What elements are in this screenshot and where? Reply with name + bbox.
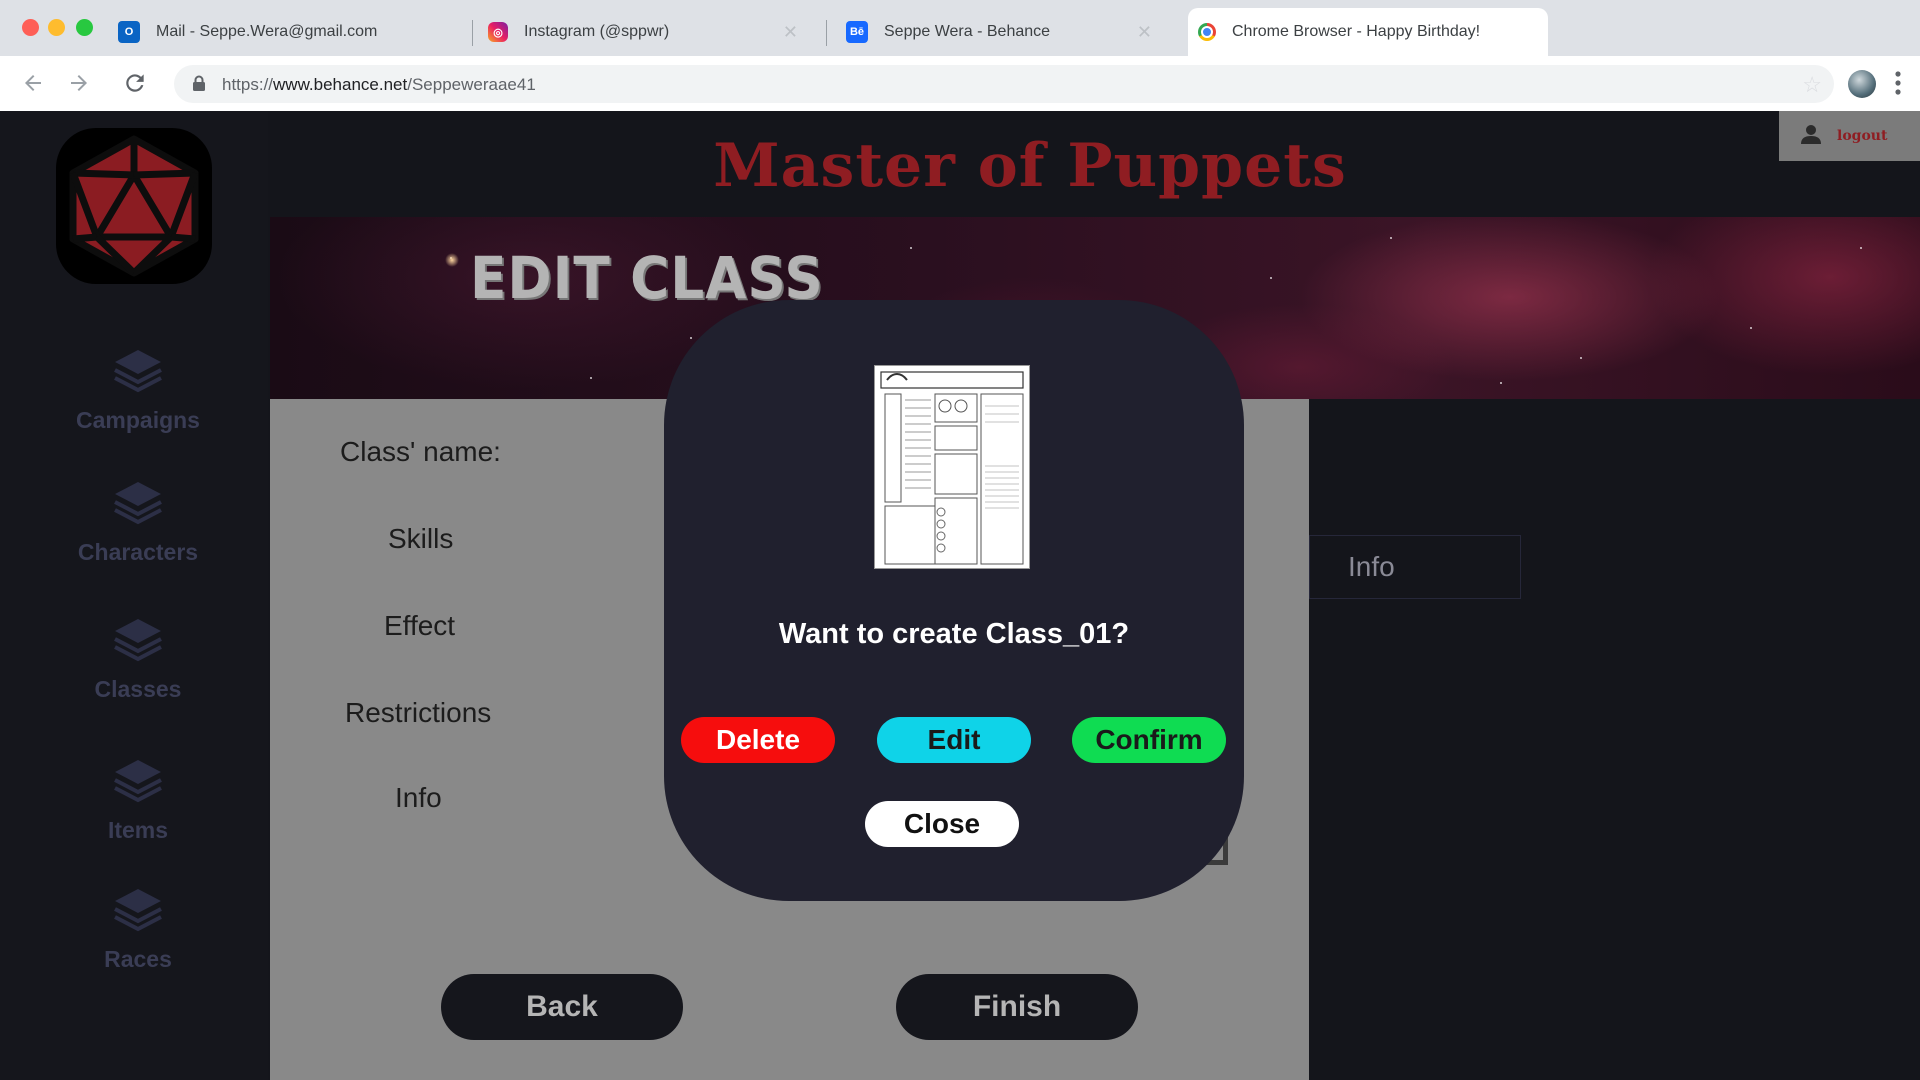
back-arrow-icon[interactable] — [18, 68, 48, 98]
user-icon — [1801, 124, 1821, 149]
instagram-icon: ◎ — [488, 22, 508, 42]
delete-button[interactable]: Delete — [681, 717, 835, 763]
chrome-icon — [1198, 23, 1216, 41]
logout-label: logout — [1837, 128, 1888, 144]
confirm-create-modal: Want to create Class_01? Delete Edit Con… — [664, 300, 1244, 901]
effect-label: Effect — [384, 610, 456, 641]
url-text: https://www.behance.net/Seppeweraae41 — [222, 75, 536, 94]
right-panel — [1309, 399, 1920, 1080]
layers-icon — [114, 350, 162, 393]
layers-icon — [114, 889, 162, 932]
outlook-icon: O — [118, 21, 140, 43]
tab-title: Mail - Seppe.Wera@gmail.com — [156, 23, 378, 40]
layers-icon — [114, 482, 162, 525]
sidebar-item-races[interactable]: Races — [0, 886, 276, 973]
tab-title: Seppe Wera - Behance — [884, 23, 1051, 40]
sidebar-item-label: Characters — [77, 539, 199, 565]
layers-icon — [114, 760, 162, 803]
window-close-button[interactable] — [22, 19, 39, 36]
character-sheet-thumbnail — [874, 365, 1030, 569]
class-name-label: Class' name: — [340, 436, 501, 467]
app-title: Master of Puppets — [713, 131, 1347, 201]
bookmark-star-icon[interactable]: ☆ — [1802, 72, 1822, 98]
info-tab[interactable]: Info — [1309, 535, 1521, 599]
tab-close-icon[interactable]: ✕ — [783, 22, 798, 43]
edit-button[interactable]: Edit — [877, 717, 1031, 763]
layers-icon — [114, 619, 162, 662]
reload-icon[interactable] — [120, 68, 150, 98]
sidebar-item-campaigns[interactable]: Campaigns — [0, 347, 276, 434]
sidebar-item-classes[interactable]: Classes — [0, 616, 276, 703]
forward-arrow-icon[interactable] — [64, 68, 94, 98]
confirm-button[interactable]: Confirm — [1072, 717, 1226, 763]
app-root: Campaigns Characters Classes Items Races… — [0, 111, 1920, 1080]
sidebar-item-label: Campaigns — [76, 407, 200, 433]
window-maximize-button[interactable] — [76, 19, 93, 36]
tab-separator — [472, 20, 473, 46]
modal-question: Want to create Class_01? — [778, 618, 1130, 650]
sidebar-item-label: Items — [107, 817, 169, 843]
browser-toolbar: https://www.behance.net/Seppeweraae41 ☆ — [0, 56, 1920, 112]
tab-separator — [826, 20, 827, 46]
logout-button[interactable]: logout — [1779, 111, 1920, 161]
back-button[interactable]: Back — [441, 974, 683, 1040]
sidebar-item-characters[interactable]: Characters — [0, 479, 276, 566]
sidebar-item-items[interactable]: Items — [0, 757, 276, 844]
tab-close-icon[interactable]: ✕ — [1137, 22, 1152, 43]
skills-label: Skills — [388, 523, 454, 554]
lock-icon — [192, 75, 206, 97]
info-label: Info — [395, 782, 442, 813]
restrictions-label: Restrictions — [345, 697, 492, 728]
browser-tab-instagram[interactable]: ◎ Instagram (@sppwr) ✕ — [478, 8, 818, 56]
browser-tab-behance[interactable]: Bē Seppe Wera - Behance ✕ — [836, 8, 1172, 56]
tab-title: Chrome Browser - Happy Birthday! — [1232, 23, 1481, 40]
profile-avatar[interactable] — [1848, 70, 1876, 98]
behance-icon: Bē — [846, 21, 868, 43]
browser-tab-mail[interactable]: O Mail - Seppe.Wera@gmail.com — [108, 8, 468, 56]
sidebar-item-label: Classes — [94, 676, 182, 702]
browser-menu-icon[interactable] — [1895, 70, 1901, 101]
finish-button[interactable]: Finish — [896, 974, 1138, 1040]
bright-star — [445, 253, 459, 267]
tab-title: Instagram (@sppwr) — [524, 23, 670, 40]
address-bar[interactable]: https://www.behance.net/Seppeweraae41 ☆ — [174, 65, 1834, 103]
close-button[interactable]: Close — [865, 801, 1019, 847]
browser-tab-chrome[interactable]: Chrome Browser - Happy Birthday! — [1188, 8, 1548, 56]
window-minimize-button[interactable] — [48, 19, 65, 36]
browser-tab-bar: O Mail - Seppe.Wera@gmail.com ◎ Instagra… — [0, 0, 1920, 56]
sidebar: Campaigns Characters Classes Items Races — [0, 111, 268, 1080]
sidebar-item-label: Races — [104, 946, 172, 972]
